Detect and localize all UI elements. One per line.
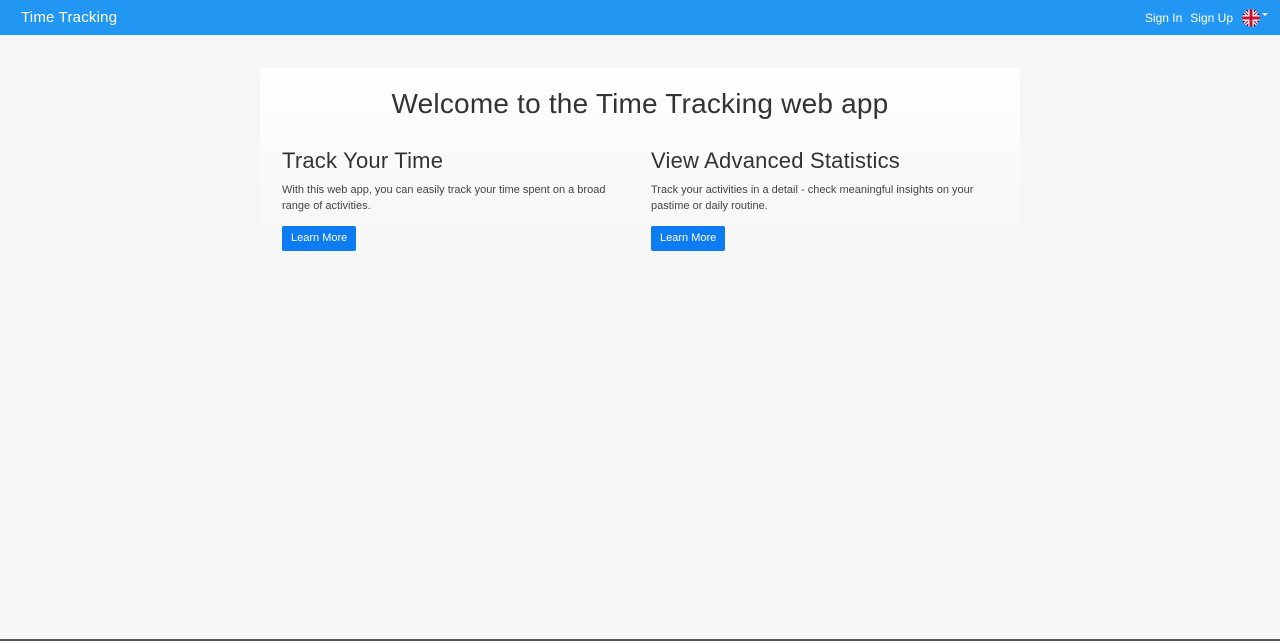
welcome-jumbotron: Welcome to the Time Tracking web app Tra…	[260, 68, 1020, 258]
top-navbar: Time Tracking Sign In Sign Up	[0, 0, 1280, 35]
feature-text: Track your activities in a detail - chec…	[651, 184, 974, 212]
sign-in-link[interactable]: Sign In	[1145, 11, 1182, 25]
learn-more-button[interactable]: Learn More	[282, 226, 357, 251]
brand-link[interactable]: Time Tracking	[21, 9, 117, 26]
learn-more-button[interactable]: Learn More	[651, 226, 726, 251]
feature-text: With this web app, you can easily track …	[282, 184, 606, 212]
uk-flag-icon	[1242, 8, 1260, 27]
language-dropdown[interactable]	[1242, 8, 1268, 27]
nav-right: Sign In Sign Up	[1137, 8, 1268, 27]
feature-statistics: View Advanced Statistics Track your acti…	[651, 148, 991, 251]
feature-heading: View Advanced Statistics	[651, 148, 900, 173]
sign-up-link[interactable]: Sign Up	[1190, 11, 1233, 25]
feature-heading: Track Your Time	[282, 148, 444, 173]
chevron-down-icon	[1262, 13, 1268, 16]
feature-track-time: Track Your Time With this web app, you c…	[282, 148, 622, 251]
page-title: Welcome to the Time Tracking web app	[391, 88, 889, 119]
